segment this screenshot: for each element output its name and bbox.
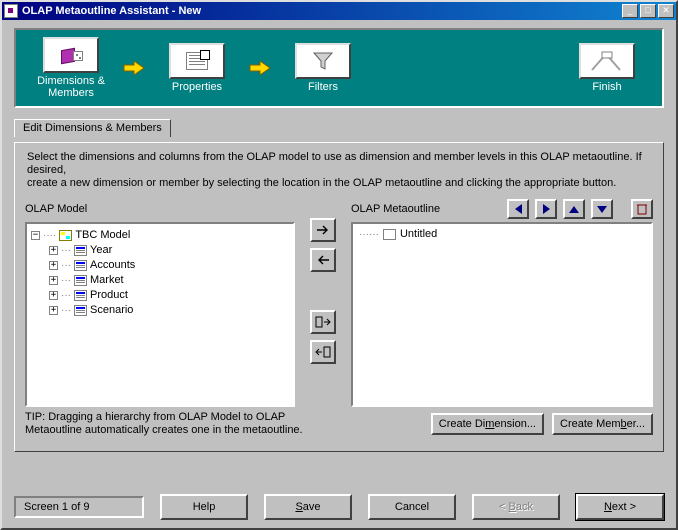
tree-item-label: Year xyxy=(90,243,112,258)
arrow-icon xyxy=(248,60,272,76)
tree-item[interactable]: +···Year xyxy=(49,243,291,258)
olap-metaoutline-label: OLAP Metaoutline xyxy=(351,203,440,215)
cancel-button[interactable]: Cancel xyxy=(368,494,456,520)
collapse-icon[interactable]: − xyxy=(31,231,40,240)
expand-icon[interactable]: + xyxy=(49,306,58,315)
step-filters[interactable]: Filters xyxy=(282,43,364,93)
tip-text: TIP: Dragging a hierarchy from OLAP Mode… xyxy=(25,411,325,437)
finish-icon xyxy=(579,43,635,79)
save-button[interactable]: Save xyxy=(264,494,352,520)
minimize-button[interactable]: _ xyxy=(622,4,638,18)
create-member-button[interactable]: Create Member... xyxy=(552,413,653,435)
instruction-line: create a new dimension or member by sele… xyxy=(27,177,616,189)
window-controls: _ □ ✕ xyxy=(622,4,674,18)
move-down-button[interactable] xyxy=(591,199,613,219)
remove-button[interactable] xyxy=(310,248,336,272)
tree-item[interactable]: ······ Untitled xyxy=(359,228,645,240)
tree-item-label: Product xyxy=(90,288,128,303)
expand-icon[interactable]: + xyxy=(49,276,58,285)
tree-item[interactable]: +···Market xyxy=(49,273,291,288)
tree-item-label: Scenario xyxy=(90,303,133,318)
step-finish[interactable]: Finish xyxy=(566,43,648,93)
tree-item[interactable]: +···Accounts xyxy=(49,258,291,273)
tree-root[interactable]: − ···· TBC Model xyxy=(31,228,291,243)
sheet-icon xyxy=(74,260,87,271)
step-properties[interactable]: Properties xyxy=(156,43,238,93)
instruction-line: Select the dimensions and columns from t… xyxy=(27,151,642,176)
wizard-footer: Screen 1 of 9 Help Save Cancel < Back Ne… xyxy=(2,490,676,528)
screen-indicator: Screen 1 of 9 xyxy=(14,496,144,518)
sheet-icon xyxy=(74,245,87,256)
create-dimension-button[interactable]: Create Dimension... xyxy=(431,413,544,435)
tabstrip: Edit Dimensions & Members xyxy=(14,118,664,136)
metaoutline-root-label: Untitled xyxy=(400,228,437,240)
close-button[interactable]: ✕ xyxy=(658,4,674,18)
cube-icon xyxy=(43,37,99,73)
arrow-icon xyxy=(122,60,146,76)
outline-icon xyxy=(383,229,396,240)
window-title: OLAP Metaoutline Assistant - New xyxy=(22,5,622,17)
expand-icon[interactable]: + xyxy=(49,291,58,300)
add-all-button[interactable] xyxy=(310,310,336,334)
tree-item-label: Market xyxy=(90,273,124,288)
tree-root-label: TBC Model xyxy=(75,228,130,243)
back-button[interactable]: < Back xyxy=(472,494,560,520)
sheet-icon xyxy=(74,305,87,316)
move-left-button[interactable] xyxy=(507,199,529,219)
olap-model-tree[interactable]: − ···· TBC Model +···Year +···Accounts +… xyxy=(25,222,295,407)
delete-button[interactable] xyxy=(631,199,653,219)
tree-item[interactable]: +···Scenario xyxy=(49,303,291,318)
maximize-button[interactable]: □ xyxy=(640,4,656,18)
step-label: Finish xyxy=(592,81,621,93)
olap-model-label: OLAP Model xyxy=(25,203,87,215)
sheet-icon xyxy=(74,290,87,301)
move-up-button[interactable] xyxy=(563,199,585,219)
sheet-icon xyxy=(74,275,87,286)
properties-icon xyxy=(169,43,225,79)
client-area: Dimensions & Members Properties Filters xyxy=(2,20,676,490)
tab-edit-dimensions[interactable]: Edit Dimensions & Members xyxy=(14,119,171,137)
step-dimensions-members[interactable]: Dimensions & Members xyxy=(30,37,112,99)
next-button[interactable]: Next > xyxy=(576,494,664,520)
expand-icon[interactable]: + xyxy=(49,261,58,270)
move-right-button[interactable] xyxy=(535,199,557,219)
expand-icon[interactable]: + xyxy=(49,246,58,255)
tree-item[interactable]: +···Product xyxy=(49,288,291,303)
app-window: OLAP Metaoutline Assistant - New _ □ ✕ D… xyxy=(0,0,678,530)
add-button[interactable] xyxy=(310,218,336,242)
tree-item-label: Accounts xyxy=(90,258,135,273)
titlebar: OLAP Metaoutline Assistant - New _ □ ✕ xyxy=(2,2,676,20)
instructions: Select the dimensions and columns from t… xyxy=(27,151,651,190)
app-icon xyxy=(4,4,18,18)
tab-panel: Select the dimensions and columns from t… xyxy=(14,142,664,452)
metaoutline-tree[interactable]: ······ Untitled xyxy=(351,222,653,407)
step-label: Properties xyxy=(172,81,222,93)
wizard-steps-banner: Dimensions & Members Properties Filters xyxy=(14,28,664,108)
help-button[interactable]: Help xyxy=(160,494,248,520)
funnel-icon xyxy=(295,43,351,79)
step-label: Filters xyxy=(308,81,338,93)
database-icon xyxy=(59,230,72,241)
step-label: Dimensions & Members xyxy=(30,75,112,99)
remove-all-button[interactable] xyxy=(310,340,336,364)
